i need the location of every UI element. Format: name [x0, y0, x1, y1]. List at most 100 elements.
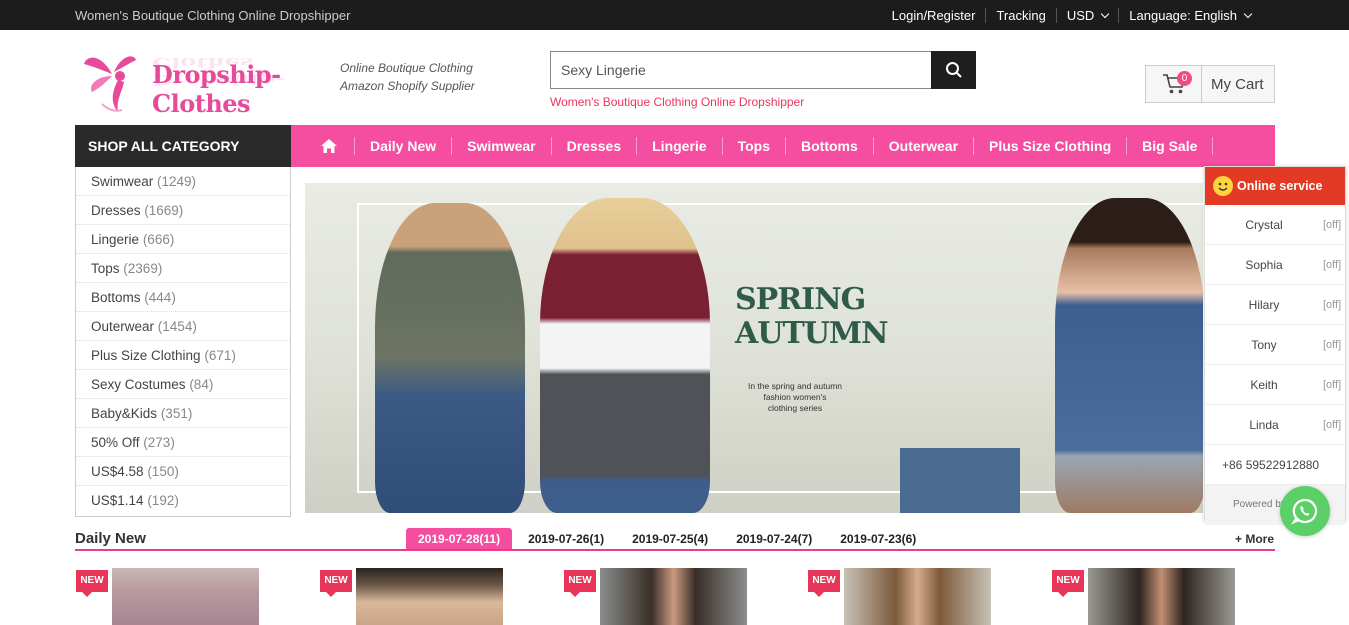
service-phone: +86 59522912880: [1205, 445, 1345, 485]
nav-plus-size-clothing[interactable]: Plus Size Clothing: [973, 137, 1126, 155]
category-name: US$1.14: [91, 493, 144, 508]
cart-count-badge: 0: [1177, 71, 1192, 86]
agent-name: Hilary: [1248, 297, 1280, 312]
daily-new-title: Daily New: [75, 530, 146, 547]
category-name: 50% Off: [91, 435, 140, 450]
agent-status: [off]: [1323, 258, 1342, 271]
category-count: (192): [147, 493, 179, 508]
category-item-sexy-costumes[interactable]: Sexy Costumes (84): [76, 370, 290, 399]
banner-subtitle-line-2: fashion women's: [763, 392, 827, 402]
category-item-outerwear[interactable]: Outerwear (1454): [76, 312, 290, 341]
date-tab-2019-07-24[interactable]: 2019-07-24(7): [724, 528, 824, 550]
category-item-us-1-14[interactable]: US$1.14 (192): [76, 486, 290, 515]
agent-name: Crystal: [1245, 217, 1283, 232]
home-link[interactable]: [304, 138, 354, 154]
date-tab-2019-07-26[interactable]: 2019-07-26(1): [516, 528, 616, 550]
product-thumbnail[interactable]: [600, 568, 747, 625]
category-item-50-off[interactable]: 50% Off (273): [76, 428, 290, 457]
banner-subtitle: In the spring and autumn fashion women's…: [730, 381, 860, 414]
category-item-plus-size[interactable]: Plus Size Clothing (671): [76, 341, 290, 370]
online-service-header[interactable]: Online service: [1205, 167, 1345, 205]
category-count: (1669): [144, 203, 184, 218]
category-count: (273): [143, 435, 175, 450]
agent-name: Sophia: [1245, 257, 1283, 272]
shop-all-category-button[interactable]: SHOP ALL CATEGORY: [75, 125, 291, 167]
agent-hilary[interactable]: Hilary [off]: [1205, 285, 1345, 325]
search-button[interactable]: [931, 51, 976, 89]
new-badge: NEW: [1052, 570, 1084, 597]
chevron-down-icon: [1101, 9, 1110, 19]
banner-model-4: [1055, 198, 1203, 513]
nav-dresses[interactable]: Dresses: [550, 137, 637, 155]
category-count: (444): [144, 290, 176, 305]
cart-label: My Cart: [1211, 75, 1264, 93]
category-item-baby-kids[interactable]: Baby&Kids (351): [76, 399, 290, 428]
nav-outerwear[interactable]: Outerwear: [872, 137, 973, 155]
banner-title-line-1: SPRING: [735, 282, 866, 317]
agent-name: Keith: [1250, 377, 1278, 392]
online-service-title: Online service: [1237, 179, 1323, 193]
category-item-tops[interactable]: Tops (2369): [76, 254, 290, 283]
cart-icon-wrap: 0: [1146, 66, 1202, 102]
logo-reflection: Dropship-Clothes: [152, 54, 286, 89]
tracking-link[interactable]: Tracking: [985, 8, 1055, 23]
agent-crystal[interactable]: Crystal [off]: [1205, 205, 1345, 245]
category-name: Tops: [91, 261, 120, 276]
currency-selector[interactable]: USD: [1055, 8, 1118, 23]
search-bar: [550, 51, 976, 89]
nav-swimwear[interactable]: Swimwear: [451, 137, 550, 155]
date-tab-2019-07-25[interactable]: 2019-07-25(4): [620, 528, 720, 550]
nav-bottoms[interactable]: Bottoms: [785, 137, 873, 155]
agent-sophia[interactable]: Sophia [off]: [1205, 245, 1345, 285]
category-name: Outerwear: [91, 319, 155, 334]
language-label: Language: English: [1129, 8, 1237, 23]
product-thumbnail[interactable]: [1088, 568, 1235, 625]
language-selector[interactable]: Language: English: [1118, 8, 1261, 23]
agent-status: [off]: [1323, 338, 1342, 351]
cart-button[interactable]: 0 My Cart: [1145, 65, 1275, 103]
site-logo[interactable]: Dropship-Clothes Dropship-Clothes: [82, 46, 322, 118]
date-tab-2019-07-28[interactable]: 2019-07-28(11): [406, 528, 513, 550]
agent-keith[interactable]: Keith [off]: [1205, 365, 1345, 405]
hero-banner[interactable]: SPRING AUTUMN In the spring and autumn f…: [305, 183, 1203, 513]
product-thumbnail[interactable]: [112, 568, 259, 625]
nav-lingerie[interactable]: Lingerie: [636, 137, 721, 155]
banner-subtitle-line-3: clothing series: [767, 403, 823, 413]
product-thumbnail[interactable]: [844, 568, 991, 625]
nav-daily-new[interactable]: Daily New: [354, 137, 451, 155]
date-tab-2019-07-23[interactable]: 2019-07-23(6): [828, 528, 928, 550]
product-thumbnail[interactable]: [356, 568, 503, 625]
category-count: (666): [142, 232, 175, 247]
agent-tony[interactable]: Tony [off]: [1205, 325, 1345, 365]
category-count: (351): [160, 406, 193, 421]
banner-model-3-jeans: [900, 448, 1020, 513]
category-sidebar: Swimwear (1249) Dresses (1669) Lingerie …: [75, 167, 291, 517]
category-name: Bottoms: [91, 290, 141, 305]
category-item-swimwear[interactable]: Swimwear (1249): [76, 167, 290, 196]
agent-linda[interactable]: Linda [off]: [1205, 405, 1345, 445]
category-count: (2369): [123, 261, 163, 276]
category-count: (1454): [157, 319, 197, 334]
login-register-link[interactable]: Login/Register: [882, 8, 986, 23]
nav-tops[interactable]: Tops: [721, 137, 785, 155]
category-item-lingerie[interactable]: Lingerie (666): [76, 225, 290, 254]
category-item-dresses[interactable]: Dresses (1669): [76, 196, 290, 225]
agent-status: [off]: [1323, 298, 1342, 311]
category-item-bottoms[interactable]: Bottoms (444): [76, 283, 290, 312]
more-link[interactable]: + More: [1235, 532, 1274, 546]
nav-big-sale[interactable]: Big Sale: [1126, 137, 1214, 155]
banner-subtitle-line-1: In the spring and autumn: [747, 381, 843, 391]
home-icon: [321, 139, 337, 153]
banner-title-line-2: AUTUMN: [735, 316, 889, 351]
whatsapp-button[interactable]: [1280, 486, 1330, 536]
category-item-us-4-58[interactable]: US$4.58 (150): [76, 457, 290, 486]
new-badge: NEW: [564, 570, 596, 597]
whatsapp-icon: [1291, 498, 1318, 525]
category-name: Baby&Kids: [91, 406, 158, 421]
banner-model-1: [375, 203, 525, 513]
search-input[interactable]: [550, 51, 931, 89]
top-bar: Women's Boutique Clothing Online Dropshi…: [0, 0, 1349, 30]
search-hot-keyword[interactable]: Women's Boutique Clothing Online Dropshi…: [550, 95, 804, 109]
category-name: Lingerie: [91, 232, 140, 247]
agent-status: [off]: [1323, 418, 1342, 431]
